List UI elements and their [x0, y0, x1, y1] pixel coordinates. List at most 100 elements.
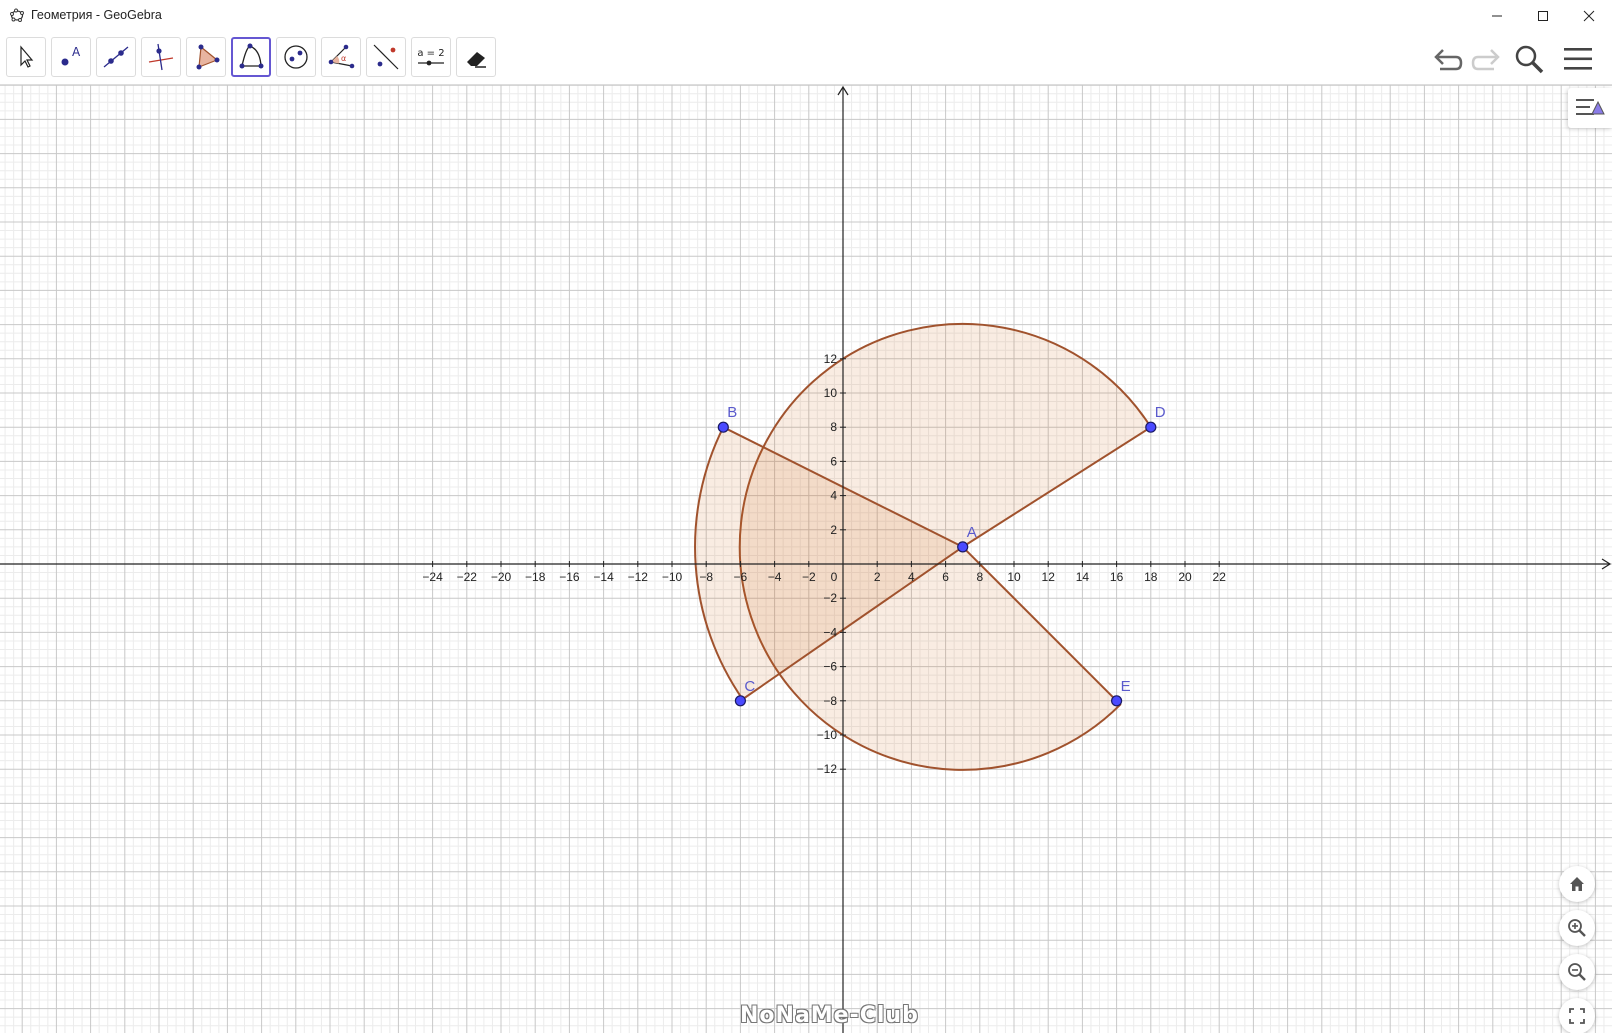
point-label: D	[1155, 404, 1166, 421]
geogebra-icon	[10, 8, 24, 22]
point-tool[interactable]: A	[51, 37, 91, 77]
close-icon	[1583, 10, 1595, 21]
y-tick-label: −4	[823, 625, 837, 639]
x-tick-label: 2	[874, 570, 881, 584]
point-E[interactable]	[1110, 695, 1123, 707]
zoom-in-icon	[1568, 919, 1586, 937]
x-tick-label: 22	[1213, 570, 1227, 584]
x-tick-label: 4	[908, 570, 915, 584]
point-icon: A	[61, 45, 81, 66]
point-label: C	[744, 678, 755, 695]
x-tick-label: −10	[662, 570, 683, 584]
undo-icon	[1434, 49, 1463, 71]
maximize-icon	[1538, 10, 1548, 21]
x-tick-label: −18	[525, 570, 546, 584]
y-tick-label: −12	[817, 762, 838, 776]
y-tick-label: −2	[823, 591, 837, 605]
watermark: NoNaMe-Club	[740, 1003, 919, 1028]
fullscreen-button[interactable]	[1559, 998, 1595, 1033]
reflect-tool[interactable]	[366, 37, 406, 77]
toolbar: A α a = 2	[0, 31, 1612, 85]
main-menu-button[interactable]	[1558, 39, 1598, 79]
x-tick-label: −22	[457, 570, 478, 584]
home-view-button[interactable]	[1559, 866, 1595, 902]
reflect-line-icon	[373, 44, 399, 70]
maximize-button[interactable]	[1520, 0, 1566, 31]
point-label: E	[1121, 678, 1131, 695]
style-bar-icon	[1576, 99, 1605, 115]
x-tick-label: 10	[1007, 570, 1021, 584]
circle-tool[interactable]	[276, 37, 316, 77]
line-tool[interactable]	[96, 37, 136, 77]
x-tick-label: −16	[559, 570, 580, 584]
fullscreen-icon	[1569, 1008, 1585, 1024]
x-tick-label: 8	[976, 570, 983, 584]
point-label: B	[727, 404, 737, 421]
y-tick-label: 12	[824, 352, 838, 366]
point-D[interactable]	[1145, 421, 1157, 433]
point-label: A	[967, 524, 977, 541]
polygon-tool[interactable]	[186, 37, 226, 77]
redo-button[interactable]	[1466, 39, 1506, 79]
x-tick-label: 12	[1042, 570, 1056, 584]
x-tick-label: −8	[699, 570, 713, 584]
perpendicular-line-icon	[148, 43, 174, 71]
arrow-cursor-icon	[20, 45, 34, 68]
slider-icon: a = 2	[417, 48, 445, 67]
eraser-icon	[467, 52, 486, 68]
circle-sector-tool[interactable]	[231, 37, 271, 77]
search-icon	[1515, 45, 1544, 74]
point-A[interactable]	[957, 541, 969, 553]
svg-text:A: A	[72, 45, 81, 59]
zoom-in-button[interactable]	[1559, 910, 1595, 946]
x-tick-label: 6	[942, 570, 949, 584]
close-button[interactable]	[1566, 0, 1612, 31]
minimize-icon	[1492, 15, 1502, 16]
window-title: Геометрия - GeoGebra	[31, 8, 162, 22]
search-button[interactable]	[1509, 39, 1549, 79]
perpendicular-tool[interactable]	[141, 37, 181, 77]
x-tick-label: −4	[768, 570, 782, 584]
x-tick-label: 14	[1076, 570, 1090, 584]
circle-icon	[284, 45, 308, 69]
polygon-icon	[196, 44, 220, 70]
point-B[interactable]	[717, 421, 729, 433]
x-tick-label: 18	[1144, 570, 1158, 584]
y-tick-label: 4	[830, 489, 837, 503]
zoom-out-button[interactable]	[1559, 954, 1595, 990]
style-bar-toggle-button[interactable]	[1568, 88, 1612, 128]
y-tick-label: −8	[823, 694, 837, 708]
x-tick-label: −2	[802, 570, 816, 584]
home-icon	[1570, 877, 1584, 891]
angle-tool[interactable]: α	[321, 37, 361, 77]
hamburger-menu-icon	[1564, 48, 1592, 70]
y-tick-label: 8	[830, 420, 837, 434]
point-C[interactable]	[734, 695, 747, 707]
eraser-tool[interactable]	[456, 37, 496, 77]
slider-tool[interactable]: a = 2	[411, 37, 451, 77]
minimize-button[interactable]	[1474, 0, 1520, 31]
x-tick-label: 0	[831, 570, 838, 584]
x-tick-label: −20	[491, 570, 512, 584]
x-tick-label: −6	[734, 570, 748, 584]
circle-arc-icon	[239, 43, 264, 69]
y-tick-label: 10	[824, 386, 838, 400]
graphics-view[interactable]: −24 −22 −20 −18 −16 −14 −12 −10 −8 −6 −4 −2 0 2 4 6 8 10 1…	[0, 85, 1612, 1033]
coordinate-plane[interactable]: −24 −22 −20 −18 −16 −14 −12 −10 −8 −6 −4 −2 0 2 4 6 8 10 1…	[0, 85, 1612, 1033]
undo-button[interactable]	[1428, 39, 1468, 79]
slider-tool-label: a = 2	[417, 47, 445, 59]
svg-text:α: α	[341, 54, 346, 63]
x-tick-label: 20	[1178, 570, 1192, 584]
angle-icon: α	[328, 44, 355, 69]
y-tick-label: 6	[830, 454, 837, 468]
zoom-out-icon	[1568, 963, 1586, 981]
y-tick-label: 2	[830, 523, 837, 537]
y-tick-label: −10	[817, 728, 838, 742]
line-icon	[103, 46, 129, 68]
move-tool[interactable]	[6, 37, 46, 77]
title-bar: Геометрия - GeoGebra	[0, 0, 1612, 32]
x-tick-label: −14	[593, 570, 614, 584]
x-tick-label: 16	[1110, 570, 1124, 584]
y-tick-label: −6	[823, 660, 837, 674]
redo-icon	[1471, 49, 1500, 71]
